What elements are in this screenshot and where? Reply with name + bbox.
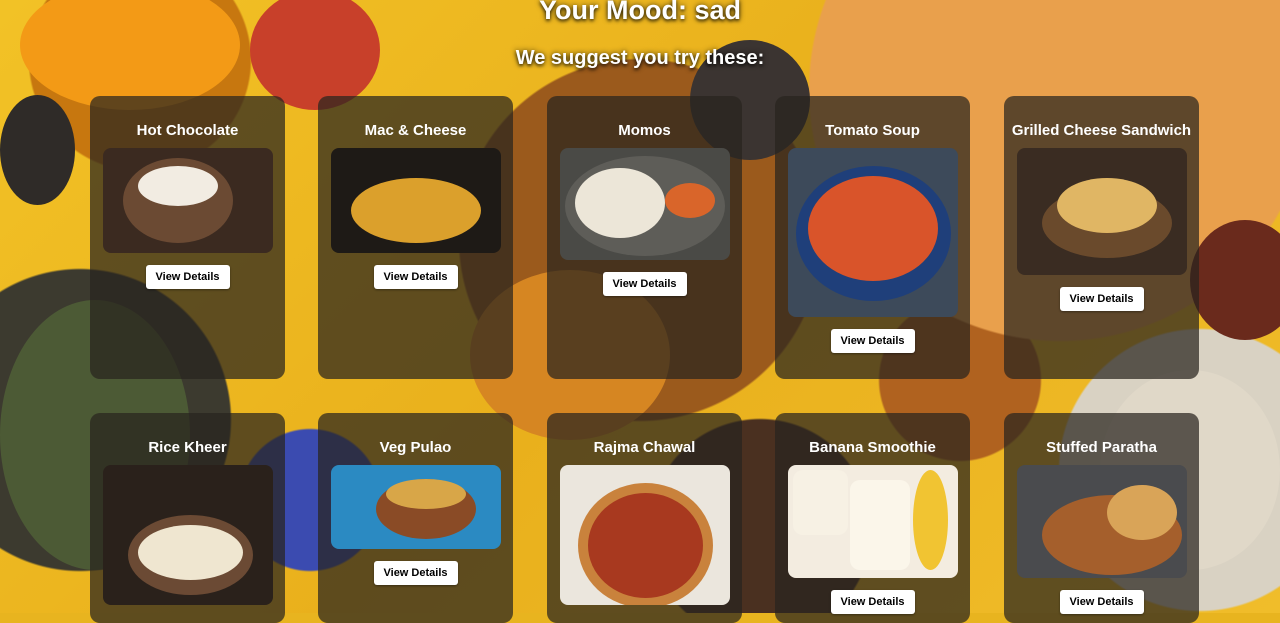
food-card-mac-and-cheese: Mac & Cheese View Details [318, 96, 513, 379]
stuffed-paratha-image [1016, 465, 1187, 578]
food-card-momos: Momos View Details [547, 96, 742, 379]
food-card-title: Stuffed Paratha [1046, 439, 1157, 456]
food-card-tomato-soup: Tomato Soup View Details [775, 96, 970, 379]
view-details-button[interactable]: View Details [830, 590, 915, 614]
food-card-title: Momos [618, 122, 671, 139]
view-details-button[interactable]: View Details [602, 272, 687, 296]
banana-smoothie-image [787, 465, 958, 578]
coaster-decoration [0, 95, 75, 205]
view-details-button[interactable]: View Details [1059, 287, 1144, 311]
food-card-rajma-chawal: Rajma Chawal [547, 413, 742, 623]
rajma-chawal-image [559, 465, 730, 605]
food-card-veg-pulao: Veg Pulao View Details [318, 413, 513, 623]
food-card-rice-kheer: Rice Kheer [90, 413, 285, 623]
food-card-title: Rice Kheer [148, 439, 227, 456]
view-details-button[interactable]: View Details [830, 329, 915, 353]
food-card-title: Mac & Cheese [364, 122, 467, 139]
food-card-grilled-cheese-sandwich: Grilled Cheese Sandwich View Details [1004, 96, 1199, 379]
grilled-cheese-image [1016, 148, 1187, 275]
food-card-stuffed-paratha: Stuffed Paratha View Details [1004, 413, 1199, 623]
view-details-button[interactable]: View Details [373, 561, 458, 585]
rice-kheer-image [102, 465, 273, 605]
food-card-hot-chocolate: Hot Chocolate View Details [90, 96, 285, 379]
view-details-button[interactable]: View Details [373, 265, 458, 289]
food-card-title: Tomato Soup [825, 122, 920, 139]
tomato-soup-image [787, 148, 958, 317]
cup-decoration [1190, 220, 1280, 340]
food-card-title: Hot Chocolate [136, 122, 239, 139]
suggestion-subtitle: We suggest you try these: [515, 47, 765, 69]
food-card-banana-smoothie: Banana Smoothie View Details [775, 413, 970, 623]
mood-title: Your Mood: sad [539, 0, 741, 25]
view-details-button[interactable]: View Details [1059, 590, 1144, 614]
veg-pulao-image [330, 465, 501, 549]
hot-chocolate-image [102, 148, 273, 253]
food-card-title: Grilled Cheese Sandwich [1011, 122, 1192, 139]
mac-and-cheese-image [330, 148, 501, 253]
momos-image [559, 148, 730, 260]
food-card-title: Veg Pulao [379, 439, 452, 456]
food-card-title: Banana Smoothie [809, 439, 936, 456]
view-details-button[interactable]: View Details [145, 265, 230, 289]
food-card-title: Rajma Chawal [593, 439, 696, 456]
